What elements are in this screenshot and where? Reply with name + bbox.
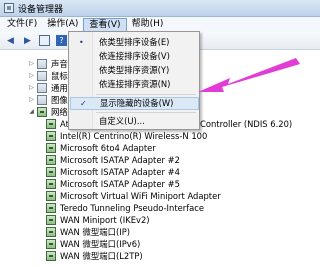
help-icon[interactable]: ? xyxy=(55,34,68,47)
window-title: 设备管理器 xyxy=(18,4,64,15)
network-adapter-icon xyxy=(46,215,56,225)
list-item[interactable]: Microsoft ISATAP Adapter #2 xyxy=(46,154,180,166)
list-item-suffix: Controller (NDIS 6.20) xyxy=(200,119,293,129)
mouse-icon xyxy=(37,71,47,81)
forward-arrow-icon[interactable]: ▶ xyxy=(21,34,34,47)
menu-file[interactable]: 文件(F) xyxy=(2,18,42,31)
menu-help[interactable]: 帮助(H) xyxy=(127,18,169,31)
usb-icon xyxy=(37,83,47,93)
menu-item-sort-devices-by-type[interactable]: • 依类型排序设备(E) xyxy=(70,36,199,49)
expand-icon[interactable]: ▷ xyxy=(28,58,35,70)
network-adapter-icon xyxy=(46,203,56,213)
menu-item-sort-resources-by-type[interactable]: 依类型排序资源(Y) xyxy=(70,64,199,77)
title-bar: 设备管理器 xyxy=(0,0,320,17)
list-item[interactable]: Intel(R) Centrino(R) Wireless-N 100 xyxy=(46,130,207,142)
network-adapter-icon xyxy=(46,131,56,141)
menu-item-customize[interactable]: 自定义(U)... xyxy=(70,115,199,128)
radio-dot-icon: • xyxy=(79,38,84,47)
network-adapter-icon xyxy=(46,143,56,153)
network-adapter-icon xyxy=(46,167,56,177)
list-item[interactable]: Microsoft ISATAP Adapter #5 xyxy=(46,178,180,190)
list-item[interactable]: WAN 微型端口(L2TP) xyxy=(46,250,143,262)
network-adapter-icon xyxy=(46,179,56,189)
menu-bar: 文件(F) 操作(A) 查看(V) 帮助(H) xyxy=(0,17,320,32)
network-adapter-icon xyxy=(46,239,56,249)
network-adapter-icon xyxy=(46,191,56,201)
expand-icon[interactable]: ▷ xyxy=(28,94,35,106)
list-item[interactable]: Microsoft ISATAP Adapter #4 xyxy=(46,166,180,178)
list-item[interactable]: Microsoft 6to4 Adapter xyxy=(46,142,156,154)
expand-icon[interactable]: ▷ xyxy=(28,82,35,94)
collapse-icon[interactable]: ◢ xyxy=(28,106,35,118)
camera-icon xyxy=(37,95,47,105)
expand-icon[interactable]: ▷ xyxy=(28,70,35,82)
list-item[interactable]: Microsoft Virtual WiFi Miniport Adapter xyxy=(46,190,221,202)
menu-item-sort-resources-by-connection[interactable]: 依连接排序资源(N) xyxy=(70,78,199,91)
menu-separator xyxy=(96,94,196,95)
menu-item-sort-devices-by-connection[interactable]: 依连接排序设备(V) xyxy=(70,50,199,63)
check-icon: ✓ xyxy=(80,99,87,108)
network-adapter-icon xyxy=(46,155,56,165)
network-adapter-icon xyxy=(46,227,56,237)
menu-item-show-hidden-devices[interactable]: ✓ 显示隐藏的设备(W) xyxy=(70,97,199,110)
list-item[interactable]: WAN 微型端口(IP) xyxy=(46,226,130,238)
annotation-arrow-icon xyxy=(198,58,300,92)
sound-device-icon xyxy=(37,59,47,69)
menu-view[interactable]: 查看(V) xyxy=(83,17,127,32)
grid-icon[interactable] xyxy=(38,34,51,47)
network-adapter-icon xyxy=(37,107,47,117)
network-adapter-icon xyxy=(46,119,56,129)
menu-separator xyxy=(96,112,196,113)
network-adapter-icon xyxy=(46,251,56,261)
view-menu-dropdown: • 依类型排序设备(E) 依连接排序设备(V) 依类型排序资源(Y) 依连接排序… xyxy=(68,31,200,130)
back-arrow-icon[interactable]: ◀ xyxy=(4,34,17,47)
list-item[interactable]: WAN 微型端口(IPv6) xyxy=(46,238,140,250)
list-item[interactable]: Teredo Tunneling Pseudo-Interface xyxy=(46,202,204,214)
list-item[interactable]: WAN Miniport (IKEv2) xyxy=(46,214,150,226)
device-manager-icon xyxy=(4,3,14,13)
menu-action[interactable]: 操作(A) xyxy=(42,18,83,31)
